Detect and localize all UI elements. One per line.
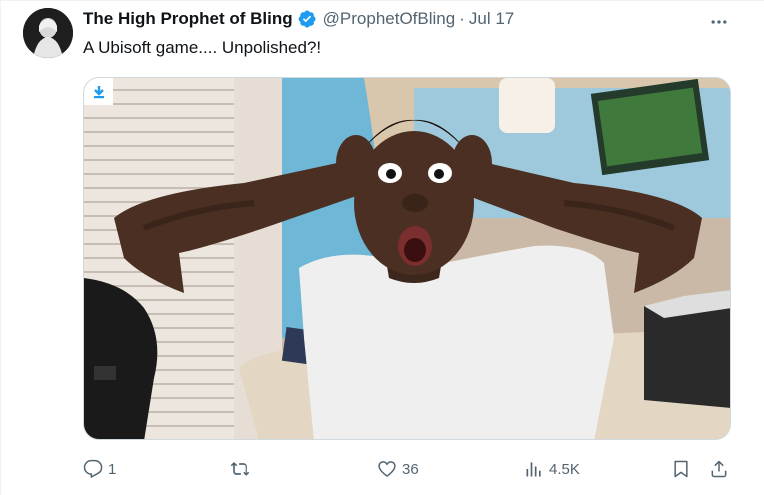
retweet-icon (230, 462, 250, 476)
tweet-media[interactable] (83, 77, 731, 440)
avatar[interactable] (23, 8, 73, 58)
more-options-icon (711, 20, 727, 24)
download-button[interactable] (84, 78, 113, 105)
separator-dot: · (459, 9, 465, 28)
author-display-name[interactable]: The High Prophet of Bling (83, 9, 293, 29)
action-bar: 1 36 4.5K (83, 455, 733, 483)
tweet-date[interactable]: Jul 17 (469, 9, 514, 29)
author-handle[interactable]: @ProphetOfBling (323, 9, 456, 29)
view-count: 4.5K (549, 460, 580, 478)
bookmark-button[interactable] (671, 455, 691, 483)
reply-count: 1 (108, 460, 117, 478)
reply-icon (83, 459, 103, 478)
retweet-button[interactable] (230, 455, 255, 483)
download-icon (93, 85, 104, 98)
tweet-card[interactable]: The High Prophet of Bling @ProphetOfBlin… (0, 0, 764, 495)
avatar-image (23, 8, 73, 58)
share-button[interactable] (709, 455, 729, 483)
verified-badge-icon (298, 10, 316, 28)
bookmark-icon (674, 460, 688, 478)
tweet-text: A Ubisoft game.... Unpolished?! (83, 38, 322, 57)
like-button[interactable]: 36 (377, 455, 419, 483)
reply-button[interactable]: 1 (83, 455, 116, 483)
like-count: 36 (402, 460, 419, 478)
like-icon (378, 461, 396, 477)
media-image (84, 78, 730, 439)
views-button[interactable]: 4.5K (524, 455, 580, 483)
more-options-button[interactable] (707, 10, 731, 34)
share-icon (711, 460, 727, 478)
tweet-header: The High Prophet of Bling @ProphetOfBlin… (83, 9, 514, 29)
views-icon (526, 462, 541, 477)
